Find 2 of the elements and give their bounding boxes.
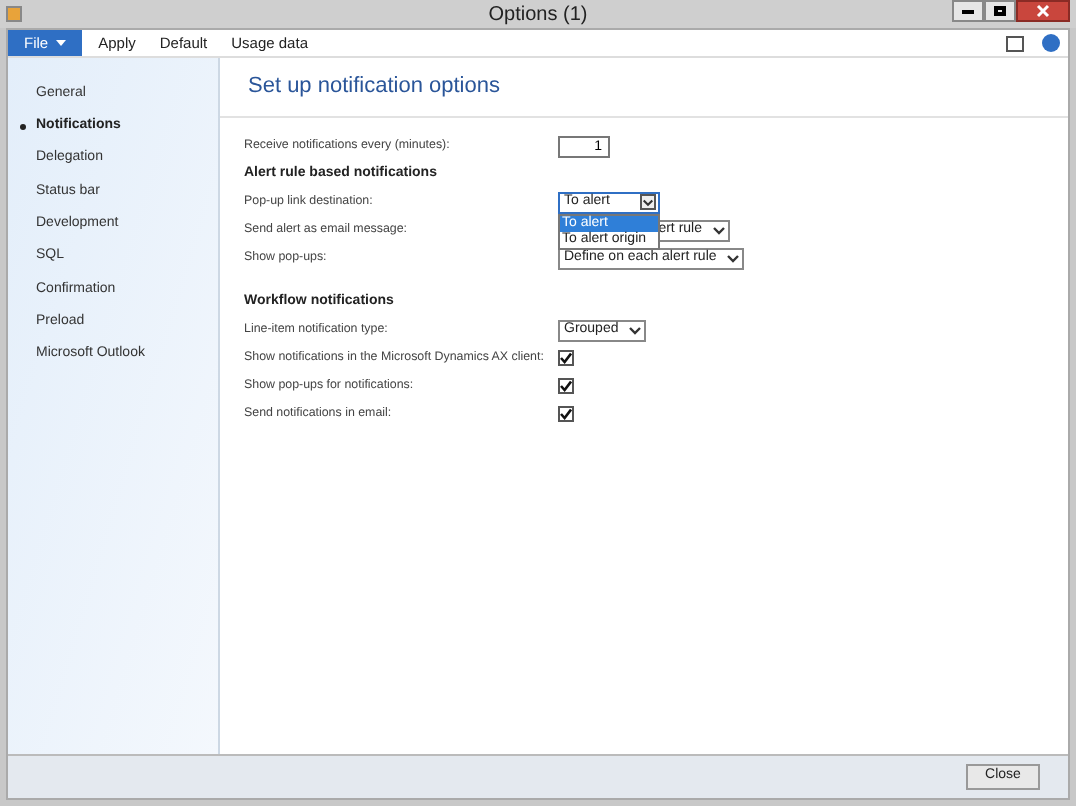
window-title: Options (1) xyxy=(488,1,588,29)
page-heading: Set up notification options xyxy=(248,72,500,103)
